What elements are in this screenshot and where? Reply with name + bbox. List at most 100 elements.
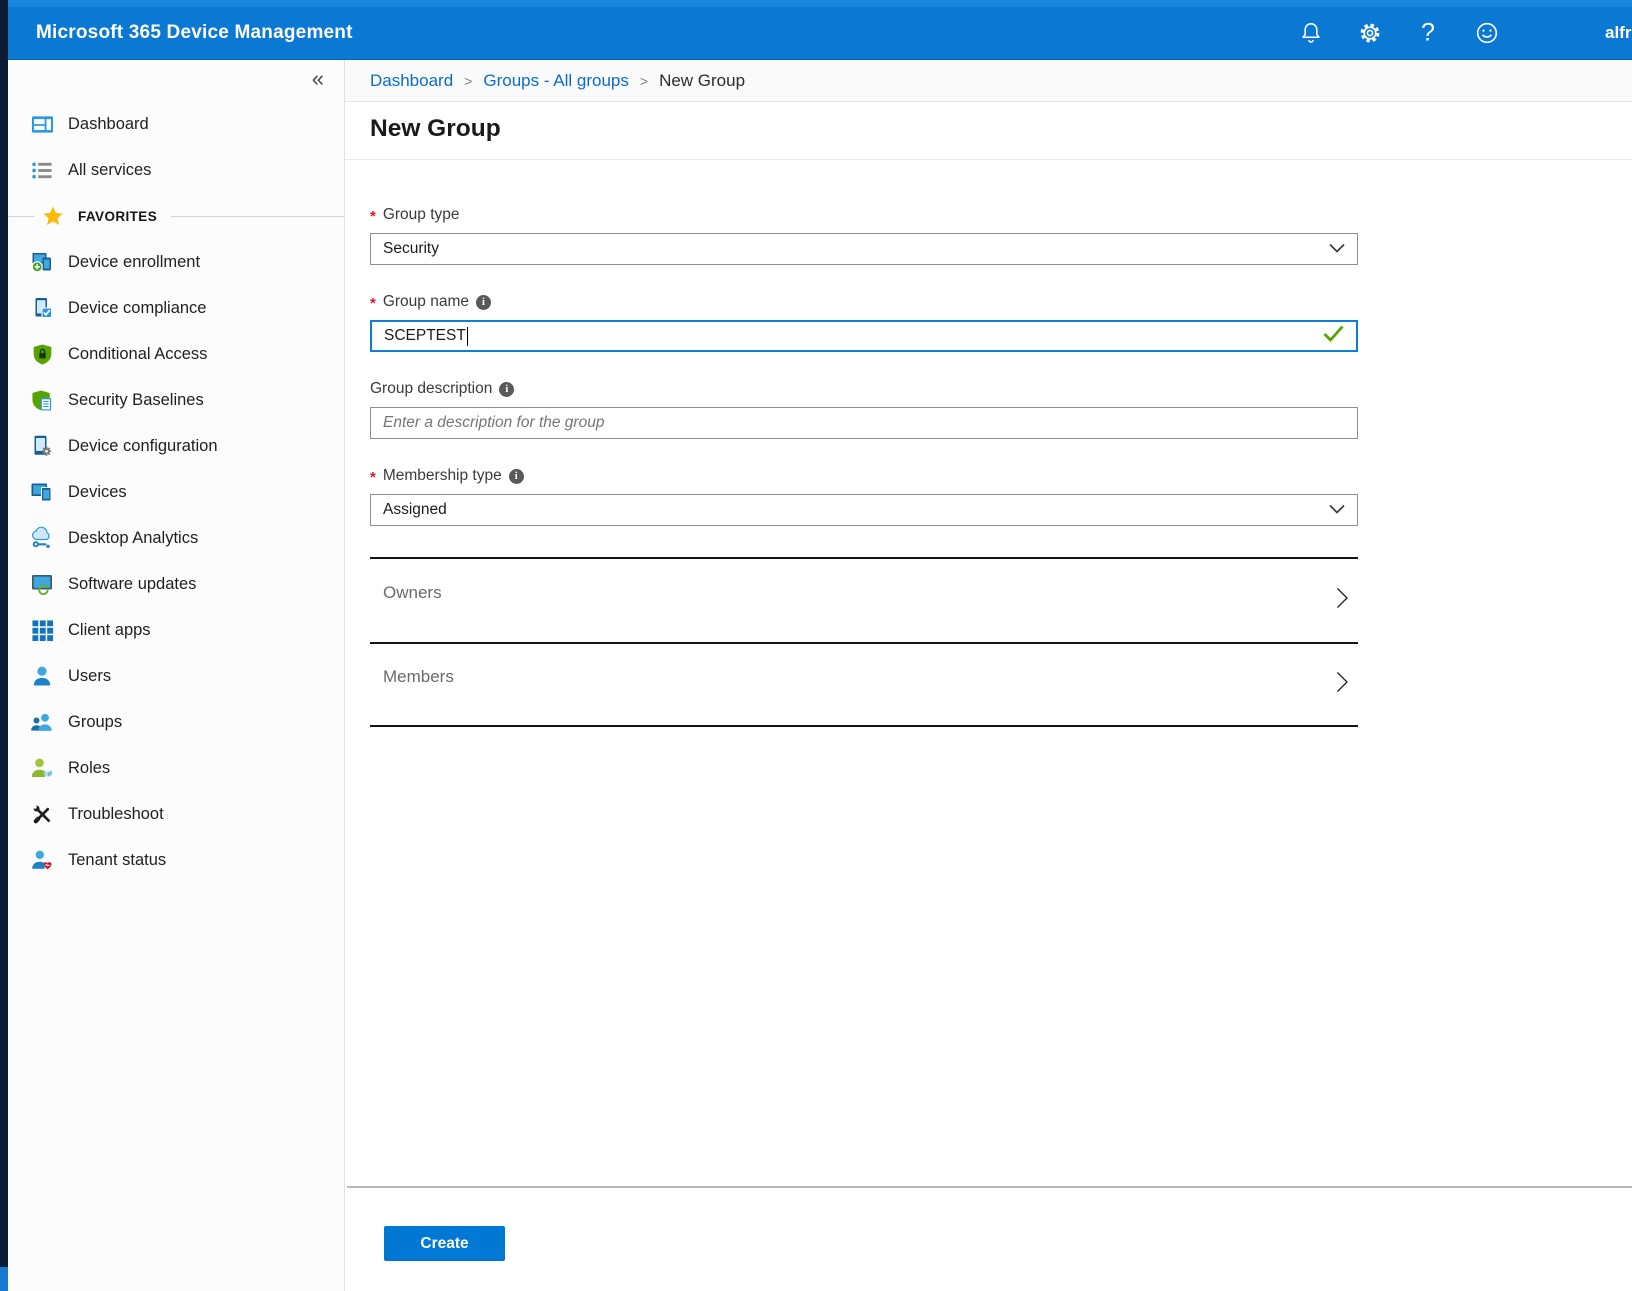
device-configuration-icon <box>30 434 54 458</box>
all-services-icon <box>30 158 54 182</box>
dashboard-icon <box>30 112 54 136</box>
groups-icon <box>30 710 54 734</box>
device-enrollment-icon <box>30 250 54 274</box>
users-icon <box>30 664 54 688</box>
chevron-right-icon <box>1336 671 1348 698</box>
device-compliance-icon <box>30 296 54 320</box>
breadcrumb-separator: > <box>464 73 472 89</box>
client-apps-icon <box>30 618 54 642</box>
sidebar-item-label: Users <box>68 667 111 686</box>
divider <box>171 216 344 217</box>
sidebar-item-devices[interactable]: Devices <box>8 469 344 515</box>
footer-divider <box>347 1186 1632 1188</box>
owners-row[interactable]: Owners <box>370 557 1358 642</box>
sidebar-menu: Dashboard All services FAVORITES <box>8 101 344 883</box>
sidebar-item-conditional-access[interactable]: Conditional Access <box>8 331 344 377</box>
required-marker: * <box>370 469 376 486</box>
gear-icon[interactable] <box>1357 20 1383 46</box>
help-icon[interactable]: ? <box>1421 19 1435 48</box>
sidebar-item-label: Roles <box>68 759 110 778</box>
left-edge-strip <box>0 0 8 1291</box>
devices-icon <box>30 480 54 504</box>
sidebar-item-client-apps[interactable]: Client apps <box>8 607 344 653</box>
membership-type-field-group: * Membership type i Assigned <box>370 466 1358 526</box>
member-selector-list: Owners Members <box>370 557 1358 727</box>
sidebar-item-label: Conditional Access <box>68 345 207 364</box>
chevron-down-icon <box>1329 240 1345 258</box>
sidebar-item-label: Tenant status <box>68 851 166 870</box>
required-marker: * <box>370 295 376 312</box>
sidebar-item-device-enrollment[interactable]: Device enrollment <box>8 239 344 285</box>
breadcrumb: Dashboard > Groups - All groups > New Gr… <box>345 60 1632 102</box>
field-label-text: Group description <box>370 380 492 398</box>
chevron-down-icon <box>1329 501 1345 519</box>
user-name[interactable]: alfr <box>1605 23 1631 43</box>
field-label-text: Group name <box>383 293 469 311</box>
divider <box>8 216 34 217</box>
sidebar-item-label: Groups <box>68 713 122 732</box>
sidebar-item-device-compliance[interactable]: Device compliance <box>8 285 344 331</box>
sidebar-item-troubleshoot[interactable]: Troubleshoot <box>8 791 344 837</box>
sidebar-item-device-configuration[interactable]: Device configuration <box>8 423 344 469</box>
group-name-value: SCEPTEST <box>384 327 466 345</box>
sidebar-item-roles[interactable]: Roles <box>8 745 344 791</box>
info-icon[interactable]: i <box>509 469 524 484</box>
members-row[interactable]: Members <box>370 642 1358 727</box>
chevron-right-icon <box>1336 587 1348 614</box>
tenant-status-icon <box>30 848 54 872</box>
breadcrumb-link-groups[interactable]: Groups - All groups <box>483 71 629 91</box>
sidebar-item-label: Device configuration <box>68 437 218 456</box>
star-icon <box>41 204 65 228</box>
sidebar-item-security-baselines[interactable]: Security Baselines <box>8 377 344 423</box>
group-type-label: * Group type <box>370 205 1358 225</box>
group-type-dropdown[interactable]: Security <box>370 233 1358 265</box>
sidebar-item-label: Dashboard <box>68 115 149 134</box>
group-description-field-group: Group description i Enter a description … <box>370 379 1358 439</box>
group-description-label: Group description i <box>370 379 1358 399</box>
sidebar-item-label: Software updates <box>68 575 196 594</box>
sidebar-item-label: Devices <box>68 483 127 502</box>
sidebar-item-tenant-status[interactable]: Tenant status <box>8 837 344 883</box>
app-title: Microsoft 365 Device Management <box>36 22 353 44</box>
left-strip-bottom-accent <box>0 1267 8 1291</box>
sidebar-item-software-updates[interactable]: Software updates <box>8 561 344 607</box>
sidebar-item-dashboard[interactable]: Dashboard <box>8 101 344 147</box>
field-label-text: Membership type <box>383 467 502 485</box>
top-bar: Microsoft 365 Device Management ? alfr <box>8 0 1632 60</box>
group-name-label: * Group name i <box>370 292 1358 312</box>
page-title: New Group <box>370 115 1632 143</box>
new-group-form: * Group type Security * Group name i <box>370 160 1358 727</box>
info-icon[interactable]: i <box>476 295 491 310</box>
group-description-placeholder: Enter a description for the group <box>383 414 604 432</box>
sidebar-item-desktop-analytics[interactable]: Desktop Analytics <box>8 515 344 561</box>
group-type-field-group: * Group type Security <box>370 205 1358 265</box>
sidebar-item-users[interactable]: Users <box>8 653 344 699</box>
group-description-input[interactable]: Enter a description for the group <box>370 407 1358 439</box>
membership-type-dropdown[interactable]: Assigned <box>370 494 1358 526</box>
software-updates-icon <box>30 572 54 596</box>
field-label-text: Group type <box>383 206 460 224</box>
info-icon[interactable]: i <box>499 382 514 397</box>
sidebar-collapse-button[interactable]: « <box>312 68 324 90</box>
breadcrumb-separator: > <box>640 73 648 89</box>
smiley-feedback-icon[interactable] <box>1474 20 1500 46</box>
sidebar: « Dashboard <box>8 60 345 1291</box>
create-button[interactable]: Create <box>384 1226 505 1261</box>
group-name-field-group: * Group name i SCEPTEST <box>370 292 1358 352</box>
bell-icon[interactable] <box>1299 21 1324 46</box>
sidebar-item-label: Desktop Analytics <box>68 529 198 548</box>
group-type-value: Security <box>383 240 439 258</box>
security-baselines-icon <box>30 388 54 412</box>
breadcrumb-link-dashboard[interactable]: Dashboard <box>370 71 453 91</box>
membership-type-value: Assigned <box>383 501 447 519</box>
page-title-block: New Group <box>345 102 1632 160</box>
group-name-input[interactable]: SCEPTEST <box>370 320 1358 352</box>
page: Microsoft 365 Device Management ? alfr <box>0 0 1632 1291</box>
sidebar-item-groups[interactable]: Groups <box>8 699 344 745</box>
sidebar-item-all-services[interactable]: All services <box>8 147 344 193</box>
breadcrumb-current: New Group <box>659 71 745 91</box>
sidebar-item-label: All services <box>68 161 151 180</box>
sidebar-item-label: Device compliance <box>68 299 206 318</box>
favorites-label: FAVORITES <box>78 209 157 224</box>
sidebar-item-label: Troubleshoot <box>68 805 164 824</box>
